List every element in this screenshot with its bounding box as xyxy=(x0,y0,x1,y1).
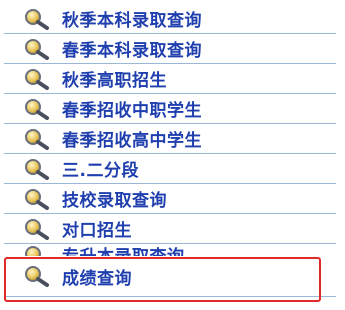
menu-item-spring-undergrad-admission[interactable]: 春季本科录取查询 xyxy=(4,34,336,64)
magnifier-icon xyxy=(22,217,52,241)
menu-item-label: 成绩查询 xyxy=(62,268,132,289)
menu-item-label: 对口招生 xyxy=(62,221,132,241)
menu-item-upgrade-undergrad-admission[interactable]: 专升本录取查询 xyxy=(4,244,336,256)
query-menu: 秋季本科录取查询 春季本科录取查询 秋季高职招生 春季招收中职学生 春季招收高中… xyxy=(4,4,336,297)
magnifier-icon xyxy=(22,67,52,91)
menu-item-label: 秋季本科录取查询 xyxy=(62,11,202,31)
magnifier-icon xyxy=(22,7,52,31)
magnifier-icon xyxy=(22,187,52,211)
magnifier-icon xyxy=(22,264,52,288)
menu-item-autumn-undergrad-admission[interactable]: 秋季本科录取查询 xyxy=(4,4,336,34)
menu-item-spring-high-school[interactable]: 春季招收高中学生 xyxy=(4,124,336,154)
menu-item-label: 秋季高职招生 xyxy=(62,71,167,91)
menu-item-label: 春季招收中职学生 xyxy=(62,101,202,121)
magnifier-icon xyxy=(22,244,52,256)
menu-item-three-two-stage[interactable]: 三.二分段 xyxy=(4,154,336,184)
menu-item-score-query[interactable]: 成绩查询 xyxy=(4,256,336,297)
magnifier-icon xyxy=(22,127,52,151)
menu-item-label: 技校录取查询 xyxy=(62,191,167,211)
menu-item-label: 专升本录取查询 xyxy=(62,244,185,256)
magnifier-icon xyxy=(22,157,52,181)
menu-item-label: 春季本科录取查询 xyxy=(62,41,202,61)
menu-item-label: 春季招收高中学生 xyxy=(62,131,202,151)
magnifier-icon xyxy=(22,37,52,61)
menu-item-technical-school-admission[interactable]: 技校录取查询 xyxy=(4,184,336,214)
menu-item-counterpart-enrollment[interactable]: 对口招生 xyxy=(4,214,336,244)
menu-item-spring-secondary-vocational[interactable]: 春季招收中职学生 xyxy=(4,94,336,124)
menu-item-label: 三.二分段 xyxy=(62,161,139,181)
menu-item-autumn-vocational-enrollment[interactable]: 秋季高职招生 xyxy=(4,64,336,94)
query-menu-panel: 秋季本科录取查询 春季本科录取查询 秋季高职招生 春季招收中职学生 春季招收高中… xyxy=(0,0,345,310)
magnifier-icon xyxy=(22,97,52,121)
